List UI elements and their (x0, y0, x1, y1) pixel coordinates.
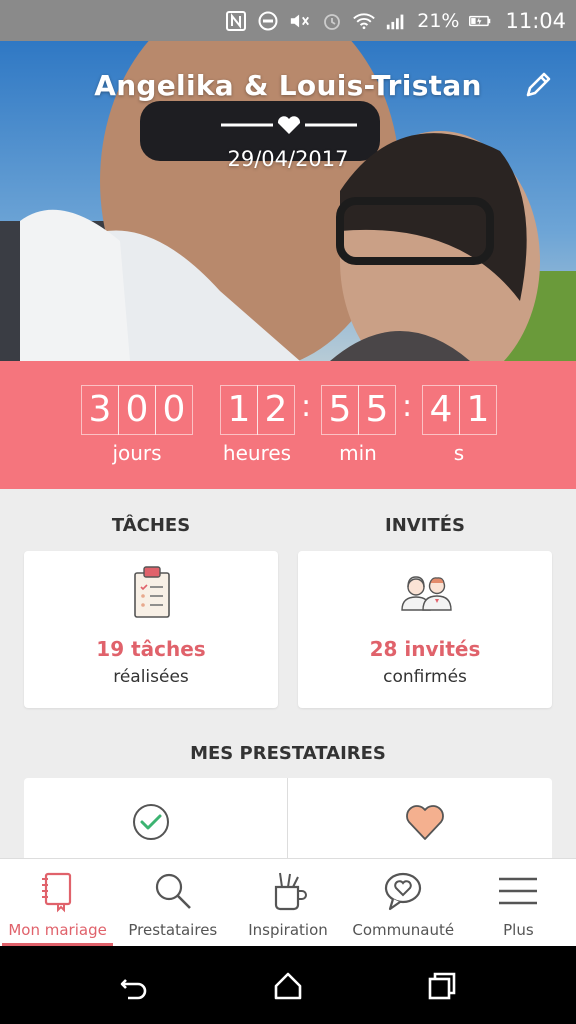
nav-communaute[interactable]: Communauté (346, 859, 461, 946)
back-icon[interactable] (118, 970, 150, 1002)
signal-icon (385, 10, 407, 32)
tasks-card[interactable]: 19 tâches réalisées (24, 551, 278, 708)
menu-icon (499, 877, 538, 905)
seconds-digits: 4 1 (422, 385, 497, 435)
couple-names: Angelika & Louis-Tristan (94, 69, 482, 102)
nav-label: Plus (503, 921, 534, 939)
tasks-subtitle: réalisées (113, 667, 189, 687)
minutes-digits: 5 5 (321, 385, 396, 435)
chat-heart-icon (385, 872, 422, 911)
wedding-date: 29/04/2017 (227, 147, 349, 171)
colon-separator: : (402, 389, 413, 424)
clipboard-checklist-icon (134, 566, 170, 618)
do-not-disturb-icon (257, 10, 279, 32)
guests-subtitle: confirmés (383, 667, 467, 687)
mute-icon (289, 10, 311, 32)
nav-plus[interactable]: Plus (461, 859, 576, 946)
battery-percent: 21% (417, 9, 460, 32)
guests-card[interactable]: 28 invités confirmés (298, 551, 552, 708)
nav-label: Mon mariage (8, 921, 107, 939)
heart-icon (406, 805, 444, 840)
days-digit: 3 (81, 385, 119, 435)
couple-photo-header: Angelika & Louis-Tristan 29/04/2017 (0, 41, 576, 361)
seconds-digit: 4 (422, 385, 460, 435)
home-icon[interactable] (272, 970, 304, 1002)
hours-label: heures (222, 441, 292, 465)
nav-label: Communauté (352, 921, 455, 939)
battery-icon (469, 10, 491, 32)
colon-separator: : (301, 389, 312, 424)
clock: 11:04 (505, 8, 566, 33)
vendors-divider (287, 778, 288, 868)
search-icon (155, 873, 191, 909)
tasks-count: 19 tâches (96, 637, 206, 661)
vendors-heading: MES PRESTATAIRES (190, 743, 386, 764)
nav-mon-mariage[interactable]: Mon mariage (0, 859, 115, 946)
minutes-label: min (339, 441, 377, 465)
minutes-digit: 5 (321, 385, 359, 435)
status-bar: 21% 11:04 (0, 0, 576, 41)
minutes-digit: 5 (358, 385, 396, 435)
days-digit: 0 (118, 385, 156, 435)
hours-digits: 1 2 (220, 385, 295, 435)
nav-inspiration[interactable]: Inspiration (230, 859, 345, 946)
wifi-icon (353, 10, 376, 32)
days-digit: 0 (155, 385, 193, 435)
days-label: jours (112, 441, 162, 465)
hours-digit: 1 (220, 385, 258, 435)
recent-apps-icon[interactable] (426, 970, 458, 1002)
heart-divider-icon (221, 116, 357, 134)
nav-prestataires[interactable]: Prestataires (115, 859, 230, 946)
nav-label: Inspiration (248, 921, 328, 939)
days-digits: 3 0 0 (81, 385, 193, 435)
system-navigation-bar (0, 946, 576, 1024)
guests-couple-icon (401, 576, 452, 611)
seconds-label: s (453, 441, 465, 465)
brush-cup-icon (274, 872, 307, 911)
notebook-icon (41, 872, 71, 913)
vendors-card[interactable] (24, 778, 552, 868)
guests-heading: INVITÉS (385, 515, 465, 536)
alarm-icon (321, 10, 343, 32)
bottom-navigation: Mon mariage Prestataires Inspiration Com… (0, 858, 576, 946)
guests-count: 28 invités (369, 637, 481, 661)
edit-pencil-icon[interactable] (522, 69, 554, 101)
nav-label: Prestataires (128, 921, 218, 939)
check-circle-icon (133, 804, 169, 840)
nfc-icon (225, 10, 247, 32)
hours-digit: 2 (257, 385, 295, 435)
seconds-digit: 1 (459, 385, 497, 435)
wedding-countdown: 3 0 0 1 2 : 5 5 : 4 1 jours heures min s (0, 361, 576, 489)
tasks-heading: TÂCHES (111, 515, 191, 536)
